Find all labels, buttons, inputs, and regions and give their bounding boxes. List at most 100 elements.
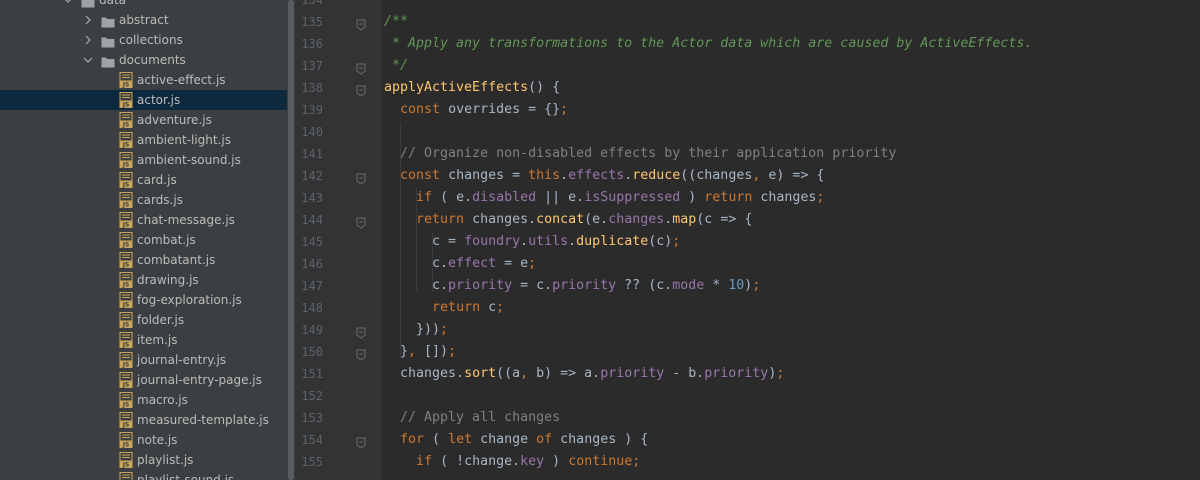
tree-item-label: chat-message.js — [137, 213, 235, 227]
code-token: c — [488, 300, 497, 315]
tree-item[interactable]: JS ambient-sound.js — [0, 150, 287, 170]
line-number: 152 — [301, 389, 323, 403]
folder-icon — [101, 34, 115, 48]
code-line[interactable]: c.effect = e; — [384, 253, 536, 275]
code-line[interactable]: c = foundry.utils.duplicate(c); — [384, 231, 680, 253]
code-line[interactable]: // Apply all changes — [384, 407, 560, 429]
folder-icon — [101, 54, 115, 68]
code-line[interactable]: if ( !change.key ) continue; — [384, 451, 640, 473]
tree-item[interactable]: JS combat.js — [0, 230, 287, 250]
indent-guide — [416, 188, 417, 292]
fold-marker-icon[interactable] — [356, 60, 366, 75]
code-token: ) — [544, 454, 569, 469]
svg-text:JS: JS — [122, 82, 130, 89]
svg-text:JS: JS — [122, 162, 130, 169]
tree-item[interactable]: JS playlist.js — [0, 450, 287, 470]
code-line[interactable]: * Apply any transformations to the Actor… — [384, 33, 1032, 55]
code-token: return — [704, 190, 761, 205]
line-number: 138 — [301, 81, 323, 95]
tree-item[interactable]: data — [0, 0, 287, 10]
code-line[interactable]: }, []); — [384, 341, 456, 363]
chevron-down-icon[interactable] — [62, 0, 74, 10]
chevron-right-icon[interactable] — [82, 30, 94, 50]
line-number: 134 — [301, 0, 323, 7]
tree-item[interactable]: JS chat-message.js — [0, 210, 287, 230]
code-line[interactable]: const overrides = {}; — [384, 99, 568, 121]
fold-marker-icon[interactable] — [356, 16, 366, 31]
code-token: (e. — [584, 212, 609, 227]
svg-text:JS: JS — [122, 202, 130, 209]
editor-gutter: 134 135 136 137 138 139 140 141 142 143 144 145 146 1… — [295, 0, 382, 480]
folder-icon — [101, 14, 115, 28]
tree-item[interactable]: collections — [0, 30, 287, 50]
code-line[interactable]: for ( let change of changes ) { — [384, 429, 648, 451]
tree-item[interactable]: JS ambient-light.js — [0, 130, 287, 150]
tree-item[interactable]: JS journal-entry.js — [0, 350, 287, 370]
fold-marker-icon[interactable] — [356, 324, 366, 339]
code-line[interactable]: // Organize non-disabled effects by thei… — [384, 143, 896, 165]
tree-item[interactable]: JS adventure.js — [0, 110, 287, 130]
code-token: , — [752, 168, 769, 183]
javascript-file-icon: JS — [119, 292, 133, 309]
tree-item[interactable]: JS journal-entry-page.js — [0, 370, 287, 390]
fold-marker-icon[interactable] — [356, 346, 366, 361]
javascript-file-icon: JS — [119, 72, 133, 89]
tree-item[interactable]: documents — [0, 50, 287, 70]
code-token: disabled — [472, 190, 537, 205]
code-token: ( — [432, 432, 449, 447]
tree-item[interactable]: JS measured-template.js — [0, 410, 287, 430]
code-editor[interactable]: /** * Apply any transformations to the A… — [382, 0, 1200, 480]
code-line[interactable]: changes.sort((a, b) => a.priority - b.pr… — [384, 363, 784, 385]
tree-item[interactable]: abstract — [0, 10, 287, 30]
code-line[interactable]: const changes = this.effects.reduce((cha… — [384, 165, 824, 187]
tree-item-label: data — [99, 0, 127, 7]
code-line[interactable]: */ — [384, 55, 408, 77]
fold-marker-icon[interactable] — [356, 82, 366, 97]
svg-text:JS: JS — [122, 382, 130, 389]
code-line[interactable]: /** — [384, 11, 408, 33]
javascript-file-icon: JS — [119, 132, 133, 149]
tree-item[interactable]: JS fog-exploration.js — [0, 290, 287, 310]
code-line[interactable]: })); — [384, 319, 448, 341]
code-line[interactable]: if ( e.disabled || e.isSuppressed ) retu… — [384, 187, 824, 209]
tree-item[interactable]: JS playlist-sound.js — [0, 470, 287, 480]
tree-item[interactable]: JS card.js — [0, 170, 287, 190]
code-token: ; — [632, 454, 641, 469]
fold-marker-icon[interactable] — [356, 434, 366, 449]
tree-item[interactable]: JS folder.js — [0, 310, 287, 330]
tree-item[interactable]: JS drawing.js — [0, 270, 287, 290]
fold-marker-icon[interactable] — [356, 214, 366, 229]
code-token: c = — [384, 234, 465, 249]
code-line[interactable]: return changes.concat(e.changes.map(c =>… — [384, 209, 752, 231]
line-number: 155 — [301, 455, 323, 469]
tree-item[interactable]: JS active-effect.js — [0, 70, 287, 90]
tree-item[interactable]: JS actor.js — [0, 90, 287, 110]
javascript-file-icon: JS — [119, 472, 133, 480]
tree-item[interactable]: JS note.js — [0, 430, 287, 450]
svg-text:JS: JS — [122, 462, 130, 469]
chevron-right-icon[interactable] — [82, 10, 94, 30]
project-tree-panel: data abstract collections documents JS active… — [0, 0, 287, 480]
code-line[interactable]: c.priority = c.priority ?? (c.mode * 10)… — [384, 275, 760, 297]
indent-guide — [400, 122, 401, 358]
project-tree-scrollbar[interactable] — [287, 0, 295, 480]
code-token: . — [560, 168, 569, 183]
code-line[interactable]: applyActiveEffects() { — [384, 77, 560, 99]
tree-item[interactable]: JS cards.js — [0, 190, 287, 210]
code-line[interactable]: return c; — [384, 297, 504, 319]
scrollbar-thumb[interactable] — [288, 0, 294, 480]
tree-item-label: card.js — [137, 173, 177, 187]
code-token: change — [480, 432, 537, 447]
chevron-down-icon[interactable] — [82, 50, 94, 70]
tree-item[interactable]: JS combatant.js — [0, 250, 287, 270]
tree-item[interactable]: JS macro.js — [0, 390, 287, 410]
fold-marker-icon[interactable] — [356, 170, 366, 185]
code-token: ; — [816, 190, 825, 205]
line-number: 135 — [301, 15, 323, 29]
code-token: . — [520, 234, 529, 249]
code-token: changes. — [384, 366, 465, 381]
line-number: 154 — [301, 433, 323, 447]
tree-item[interactable]: JS item.js — [0, 330, 287, 350]
line-number: 147 — [301, 279, 323, 293]
